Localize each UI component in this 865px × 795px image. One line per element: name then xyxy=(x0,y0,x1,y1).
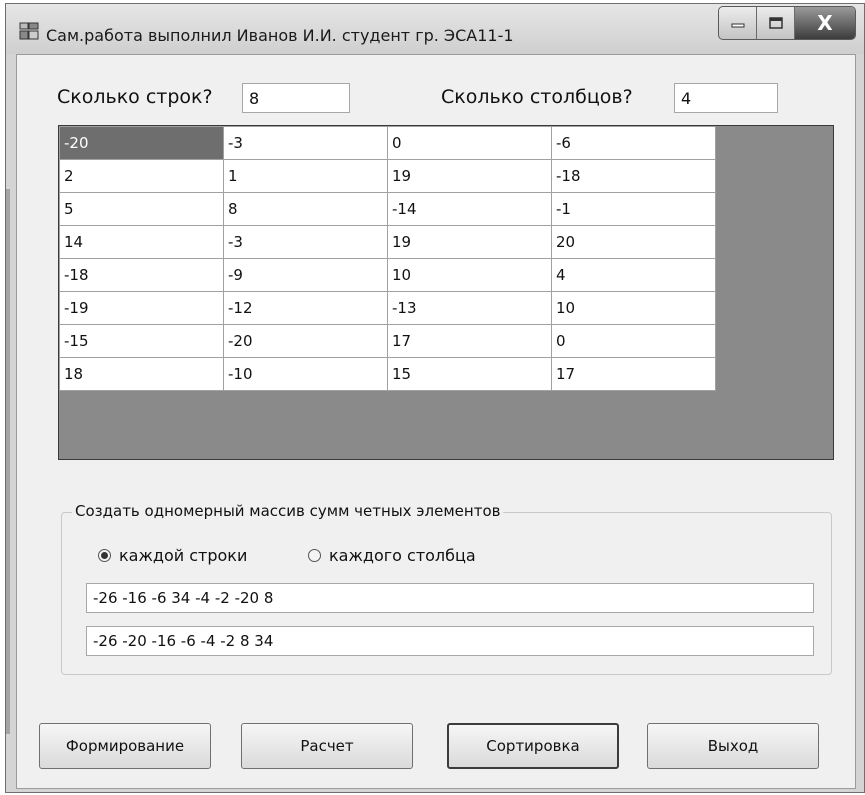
grid-row[interactable]: -19 -12 -13 10 xyxy=(59,291,716,325)
grid-row[interactable]: 5 8 -14 -1 xyxy=(59,192,716,226)
grid-cell[interactable]: -19 xyxy=(59,291,224,325)
calculate-button[interactable]: Расчет xyxy=(241,723,413,769)
grid-cell[interactable]: -14 xyxy=(387,192,552,226)
sum-options-group: Создать одномерный массив сумм четных эл… xyxy=(61,502,832,675)
grid-cell[interactable]: -10 xyxy=(223,357,388,391)
grid-cell[interactable]: 15 xyxy=(387,357,552,391)
grid-cell[interactable]: -3 xyxy=(223,225,388,259)
group-title: Создать одномерный массив сумм четных эл… xyxy=(72,502,504,520)
grid-cell[interactable]: 17 xyxy=(387,324,552,358)
grid-cell[interactable]: -15 xyxy=(59,324,224,358)
grid-cell[interactable]: -1 xyxy=(551,192,716,226)
data-grid[interactable]: -20 -3 0 -6 2 1 19 -18 5 8 -14 -1 14 -3 19 20 -18 -9 10 4 -1… xyxy=(58,125,834,460)
window-title: Сам.работа выполнил Иванов И.И. студент … xyxy=(46,26,514,45)
radio-each-row[interactable]: каждой строки xyxy=(98,546,247,565)
grid-cell[interactable]: 2 xyxy=(59,159,224,193)
grid-cell[interactable]: 8 xyxy=(223,192,388,226)
exit-button[interactable]: Выход xyxy=(647,723,819,769)
radio-each-column[interactable]: каждого столбца xyxy=(308,546,476,565)
window-left-edge xyxy=(6,189,10,734)
grid-cell[interactable]: 10 xyxy=(551,291,716,325)
columns-count-input[interactable]: 4 xyxy=(674,83,778,113)
grid-cell[interactable]: 10 xyxy=(387,258,552,292)
minimize-button[interactable] xyxy=(719,7,757,39)
radio-each-column-indicator[interactable] xyxy=(308,549,321,562)
grid-cell[interactable]: 0 xyxy=(387,126,552,160)
sort-button[interactable]: Сортировка xyxy=(447,723,619,769)
app-window-icon xyxy=(19,22,39,40)
grid-row[interactable]: -15 -20 17 0 xyxy=(59,324,716,358)
grid-cell[interactable]: 17 xyxy=(551,357,716,391)
columns-count-label: Сколько столбцов? xyxy=(441,86,633,108)
radio-each-row-label: каждой строки xyxy=(119,546,248,565)
close-button[interactable]: X xyxy=(795,7,855,39)
grid-cell[interactable]: -20 xyxy=(223,324,388,358)
grid-cell[interactable]: 14 xyxy=(59,225,224,259)
form-button[interactable]: Формирование xyxy=(39,723,211,769)
maximize-button[interactable] xyxy=(757,7,795,39)
form-client-area: Сколько строк? 8 Сколько столбцов? 4 -20… xyxy=(16,54,856,789)
grid-cell[interactable]: -18 xyxy=(59,258,224,292)
grid-cell[interactable]: 1 xyxy=(223,159,388,193)
rows-count-input[interactable]: 8 xyxy=(242,83,350,113)
radio-each-row-indicator[interactable] xyxy=(98,549,111,562)
grid-cell[interactable]: -6 xyxy=(551,126,716,160)
grid-cell[interactable]: -3 xyxy=(223,126,388,160)
sorted-result-field[interactable]: -26 -20 -16 -6 -4 -2 8 34 xyxy=(86,626,814,656)
grid-cell[interactable]: 19 xyxy=(387,225,552,259)
grid-row[interactable]: 14 -3 19 20 xyxy=(59,225,716,259)
grid-cell[interactable]: 19 xyxy=(387,159,552,193)
grid-cell[interactable]: -9 xyxy=(223,258,388,292)
grid-cell[interactable]: 20 xyxy=(551,225,716,259)
minimize-icon xyxy=(731,23,744,28)
grid-row[interactable]: 2 1 19 -18 xyxy=(59,159,716,193)
grid-cell[interactable]: 5 xyxy=(59,192,224,226)
grid-cell[interactable]: -13 xyxy=(387,291,552,325)
maximize-icon xyxy=(768,17,783,29)
sums-result-field[interactable]: -26 -16 -6 34 -4 -2 -20 8 xyxy=(86,583,814,613)
grid-cell[interactable]: 18 xyxy=(59,357,224,391)
app-window: Сам.работа выполнил Иванов И.И. студент … xyxy=(5,3,865,793)
close-icon: X xyxy=(817,11,833,35)
radio-each-column-label: каждого столбца xyxy=(329,546,476,565)
grid-cell[interactable]: -20 xyxy=(59,126,224,160)
grid-cell[interactable]: -12 xyxy=(223,291,388,325)
grid-cell[interactable]: -18 xyxy=(551,159,716,193)
caption-buttons: X xyxy=(718,6,856,40)
grid-cell[interactable]: 4 xyxy=(551,258,716,292)
title-bar[interactable]: Сам.работа выполнил Иванов И.И. студент … xyxy=(6,4,864,54)
grid-cell[interactable]: 0 xyxy=(551,324,716,358)
grid-row[interactable]: -20 -3 0 -6 xyxy=(59,126,716,160)
grid-table: -20 -3 0 -6 2 1 19 -18 5 8 -14 -1 14 -3 19 20 -18 -9 10 4 -1… xyxy=(59,126,716,391)
grid-row[interactable]: -18 -9 10 4 xyxy=(59,258,716,292)
grid-row[interactable]: 18 -10 15 17 xyxy=(59,357,716,391)
rows-count-label: Сколько строк? xyxy=(57,86,213,108)
